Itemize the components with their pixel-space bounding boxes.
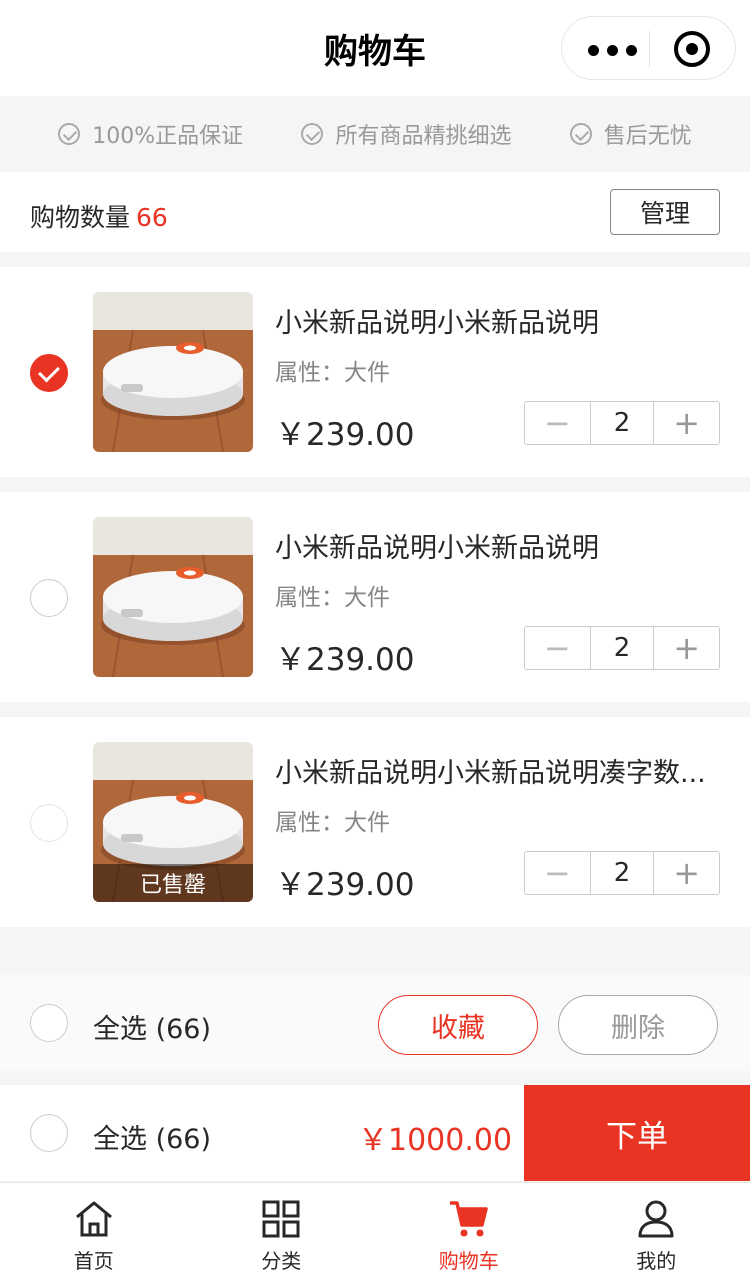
item-attribute: 属性：大件 xyxy=(275,585,390,611)
tab-label: 分类 xyxy=(261,1249,302,1273)
increase-button[interactable]: + xyxy=(654,627,719,669)
cart-item: 小米新品说明小米新品说明 属性：大件 ￥239.00 − 2 + xyxy=(0,267,750,477)
decrease-button[interactable]: − xyxy=(525,627,590,669)
guarantee-label: 所有商品精挑细选 xyxy=(335,124,512,149)
user-icon xyxy=(638,1200,674,1238)
increase-button[interactable]: + xyxy=(654,852,719,894)
quantity-stepper: − 2 + xyxy=(524,851,720,895)
cart-item: 已售罄 小米新品说明小米新品说明凑字数... 属性：大件 ￥239.00 − 2… xyxy=(0,717,750,927)
select-all-checkbox[interactable] xyxy=(30,1004,68,1042)
tab-cart[interactable]: 购物车 xyxy=(375,1183,563,1282)
category-grid-icon xyxy=(262,1200,300,1238)
item-name[interactable]: 小米新品说明小米新品说明凑字数... xyxy=(275,751,725,790)
quantity-input[interactable]: 2 xyxy=(589,852,655,894)
item-select-checkbox[interactable] xyxy=(30,804,68,842)
tab-category[interactable]: 分类 xyxy=(188,1183,376,1282)
cart-icon xyxy=(449,1201,488,1237)
item-name[interactable]: 小米新品说明小米新品说明 xyxy=(275,526,725,565)
guarantee-item: 所有商品精挑细选 xyxy=(301,118,511,150)
cart-count-number: 66 xyxy=(136,203,168,232)
cart-count: 购物数量 66 xyxy=(30,198,168,234)
capsule-divider xyxy=(649,31,650,67)
item-select-checkbox[interactable] xyxy=(30,354,68,392)
place-order-button[interactable]: 下单 xyxy=(524,1085,750,1181)
mini-program-capsule xyxy=(561,16,736,80)
tab-home[interactable]: 首页 xyxy=(0,1183,188,1282)
product-image[interactable]: 已售罄 xyxy=(93,742,253,902)
sold-out-badge: 已售罄 xyxy=(93,864,253,902)
guarantee-item: 100%正品保证 xyxy=(58,118,243,150)
select-all-label[interactable]: 全选 (66) xyxy=(93,1007,211,1046)
tab-me[interactable]: 我的 xyxy=(563,1183,750,1282)
item-name[interactable]: 小米新品说明小米新品说明 xyxy=(275,301,725,340)
product-image[interactable] xyxy=(93,517,253,677)
cart-count-bar: 购物数量 66 管理 xyxy=(0,172,750,252)
check-circle-icon xyxy=(569,123,592,145)
cart-item: 小米新品说明小米新品说明 属性：大件 ￥239.00 − 2 + xyxy=(0,492,750,702)
quantity-input[interactable]: 2 xyxy=(589,402,655,444)
decrease-button[interactable]: − xyxy=(525,852,590,894)
item-price: ￥239.00 xyxy=(275,417,415,453)
tab-label: 首页 xyxy=(73,1249,114,1273)
cart-count-label: 购物数量 xyxy=(30,203,131,232)
item-attribute: 属性：大件 xyxy=(275,360,390,386)
order-bar: 全选 (66) ￥1000.00 下单 xyxy=(0,1085,750,1181)
guarantee-label: 100%正品保证 xyxy=(92,124,244,149)
close-miniprogram-icon[interactable] xyxy=(674,31,710,67)
item-price: ￥239.00 xyxy=(275,642,415,678)
quantity-stepper: − 2 + xyxy=(524,626,720,670)
guarantee-item: 售后无忧 xyxy=(569,118,692,150)
guarantee-label: 售后无忧 xyxy=(603,124,692,149)
manage-action-bar: 全选 (66) 收藏 删除 xyxy=(0,975,750,1071)
item-select-checkbox[interactable] xyxy=(30,579,68,617)
home-icon xyxy=(75,1201,112,1237)
favorite-button[interactable]: 收藏 xyxy=(378,995,538,1055)
tab-label: 我的 xyxy=(636,1249,677,1273)
increase-button[interactable]: + xyxy=(654,402,719,444)
manage-button[interactable]: 管理 xyxy=(610,189,720,235)
decrease-button[interactable]: − xyxy=(525,402,590,444)
delete-button[interactable]: 删除 xyxy=(558,995,718,1055)
nav-bar: 购物车 xyxy=(0,0,750,96)
tab-label: 购物车 xyxy=(438,1249,499,1273)
total-price: ￥1000.00 xyxy=(358,1123,513,1158)
item-price: ￥239.00 xyxy=(275,867,415,903)
quantity-stepper: − 2 + xyxy=(524,401,720,445)
tab-bar: 首页 分类 购物车 我的 xyxy=(0,1182,750,1282)
select-all-checkbox[interactable] xyxy=(30,1114,68,1152)
quantity-input[interactable]: 2 xyxy=(589,627,655,669)
select-all-label[interactable]: 全选 (66) xyxy=(93,1117,211,1156)
check-circle-icon xyxy=(301,123,324,145)
check-circle-icon xyxy=(58,123,81,145)
more-icon[interactable] xyxy=(588,45,637,56)
product-image[interactable] xyxy=(93,292,253,452)
guarantee-strip: 100%正品保证 所有商品精挑细选 售后无忧 xyxy=(0,96,750,172)
item-attribute: 属性：大件 xyxy=(275,810,390,836)
